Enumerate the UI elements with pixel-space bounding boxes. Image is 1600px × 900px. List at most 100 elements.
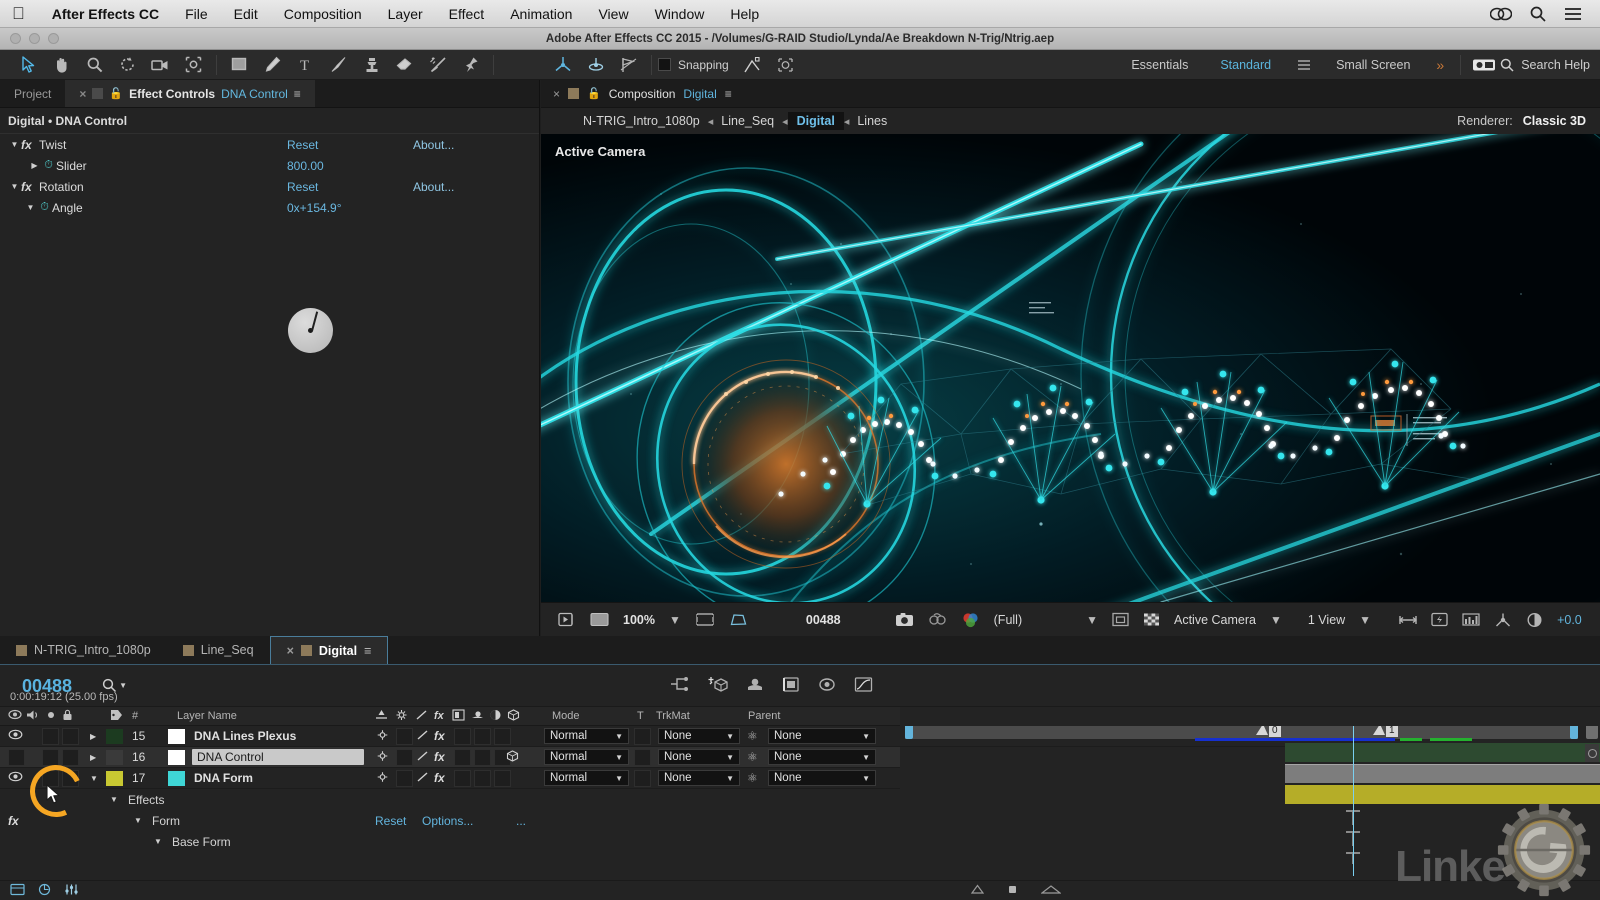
layer-switch-quality-icon[interactable] [416,729,429,744]
layer-visibility-toggle[interactable] [8,729,23,743]
motion-blur-icon[interactable] [746,676,764,696]
layer-switch-frame-blend[interactable] [454,727,471,745]
layer-parent-dropdown[interactable]: None ▼ [768,770,876,786]
timeline-vertical-scroll-cap[interactable] [1586,726,1598,739]
timeline-ruler[interactable]: 0260 00310 00360 00410 00460 00510 00560 [900,665,1600,707]
timeline-tracks[interactable]: 0 1 [900,726,1600,876]
layer-preserve-transparency[interactable] [634,769,651,787]
draft-3d-icon[interactable] [708,676,728,696]
breadcrumb-digital[interactable]: Digital [787,112,844,130]
layer-label-color[interactable] [106,749,123,765]
menu-item-animation[interactable]: Animation [497,6,585,22]
apple-logo-icon[interactable]:  [12,5,25,22]
table-row[interactable]: ▶ 16 DNA Control fx Normal ▼ None ▼ ⚛ No… [0,747,900,768]
show-snapshot-icon[interactable] [921,612,954,627]
view-camera-value[interactable]: Active Camera [1167,613,1263,627]
layer-audio-toggle[interactable] [42,727,59,745]
panel-menu-icon[interactable]: ≡ [725,87,732,101]
options-link[interactable]: Options... [422,814,473,828]
menu-item-help[interactable]: Help [717,6,772,22]
magnification-value[interactable]: 100% [616,613,662,627]
composition-mini-flowchart-icon[interactable] [670,676,690,695]
current-time-value[interactable]: 00488 [799,613,848,627]
breadcrumb-lines[interactable]: Lines [849,114,895,128]
layer-track-bar[interactable] [1285,785,1600,804]
renderer-control[interactable]: Renderer: Classic 3D [1457,114,1600,128]
breadcrumb-line-seq[interactable]: Line_Seq [713,114,782,128]
tab-effect-controls[interactable]: × 🔓 Effect Controls DNA Control ≡ [65,80,315,107]
layer-solo-toggle[interactable] [62,727,79,745]
menu-item-effect[interactable]: Effect [436,6,498,22]
stopwatch-icon[interactable]: ⏱ [37,201,52,214]
layer-switch-quality-icon[interactable] [416,771,429,786]
timeline-tab-ntrig-intro[interactable]: N-TRIG_Intro_1080p [0,636,167,664]
layer-visibility-toggle[interactable] [8,771,23,785]
menu-item-edit[interactable]: Edit [221,6,271,22]
magnification-dropdown-icon[interactable]: ▼ [662,613,688,627]
display-mirror-icon[interactable] [1490,7,1512,21]
layer-audio-toggle[interactable] [42,769,59,787]
about-rotation-link[interactable]: About... [413,180,454,194]
workspace-standard[interactable]: Standard [1204,58,1287,72]
about-twist-link[interactable]: About... [413,138,454,152]
layer-switch-collapse-icon[interactable] [376,750,389,765]
timeline-tab-line-seq[interactable]: Line_Seq [167,636,270,664]
reset-link[interactable]: Reset [375,814,406,828]
layer-switch-motion-blur[interactable] [474,769,491,787]
toggle-switches-modes-icon[interactable] [10,883,25,899]
layer-track-bar[interactable] [1285,743,1600,762]
close-icon[interactable]: × [553,87,560,101]
layer-mode-dropdown[interactable]: Normal ▼ [544,770,629,786]
list-item[interactable]: ▼ Effects [0,789,900,810]
layer-disclosure-icon[interactable]: ▼ [90,774,98,783]
unified-camera-icon[interactable] [546,52,579,78]
region-of-interest-icon[interactable] [688,612,722,627]
always-preview-icon[interactable] [551,612,583,627]
layer-name[interactable]: DNA Control [192,749,364,765]
breadcrumb-ntrig-intro[interactable]: N-TRIG_Intro_1080p [575,114,708,128]
resolution-value[interactable]: (Full) [987,613,1029,627]
snap-handles-icon[interactable] [769,52,802,78]
close-icon[interactable]: × [287,644,294,658]
disclosure-triangle-icon[interactable]: ▼ [8,182,21,191]
comp-flowchart-icon[interactable] [37,883,52,899]
layer-switch-frame-blend[interactable] [454,748,471,766]
roto-brush-tool[interactable] [421,52,454,78]
layer-label-color[interactable] [106,728,123,744]
timeline-tab-digital[interactable]: × Digital ≡ [269,636,389,664]
menu-item-composition[interactable]: Composition [271,6,375,22]
orbit-camera-icon[interactable] [579,52,612,78]
resolution-dropdown-icon[interactable]: ▼ [1079,613,1105,627]
eraser-tool[interactable] [388,52,421,78]
zoom-in-icon[interactable] [1040,884,1062,898]
zoom-out-icon[interactable] [970,883,985,898]
layer-trkmat-dropdown[interactable]: None ▼ [658,749,740,765]
pen-tool[interactable] [256,52,289,78]
layer-switch-effects[interactable]: fx [434,729,445,743]
timeline-link-icon[interactable] [1455,612,1487,627]
graph-editor-small-icon[interactable] [64,883,79,899]
comp-marker[interactable]: 1 [1372,726,1398,737]
work-area-start-handle[interactable] [905,726,913,739]
menu-item-view[interactable]: View [585,6,641,22]
layer-switch-motion-blur[interactable] [474,727,491,745]
workspace-small-screen[interactable]: Small Screen [1320,58,1426,72]
parent-pickwhip-icon[interactable]: ⚛ [747,729,758,743]
layer-preserve-transparency[interactable] [634,727,651,745]
notification-center-icon[interactable] [1564,7,1582,21]
pan-behind-tool[interactable] [177,52,210,78]
snap-vertex-icon[interactable] [736,52,769,78]
frame-blending-icon[interactable] [782,676,800,696]
layer-mode-dropdown[interactable]: Normal ▼ [544,749,629,765]
shape-tool[interactable] [223,52,256,78]
toggle-transparency-grid-icon[interactable] [1136,612,1167,627]
type-tool[interactable]: T [289,52,322,78]
layer-disclosure-icon[interactable]: ▶ [90,732,96,741]
effect-row-twist[interactable]: ▼ fx Twist Reset About... [0,134,539,155]
pixel-aspect-correction-icon[interactable] [1392,613,1424,627]
camera-tool[interactable] [144,52,177,78]
angle-dial[interactable] [288,308,333,353]
layer-switch-quality[interactable] [396,727,413,745]
graph-editor-icon[interactable] [854,676,873,696]
menu-item-file[interactable]: File [172,6,221,22]
